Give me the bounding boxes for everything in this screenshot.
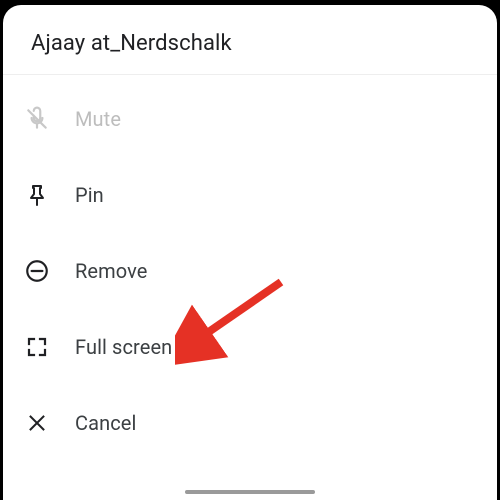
menu-item-pin[interactable]: Pin <box>3 157 497 233</box>
mic-off-icon <box>23 105 51 133</box>
action-sheet: Ajaay at_Nerdschalk Mute <box>3 5 497 500</box>
menu-list: Mute Pin Remove <box>3 75 497 461</box>
participant-name: Ajaay at_Nerdschalk <box>31 31 469 56</box>
menu-item-mute: Mute <box>3 81 497 157</box>
remove-icon <box>23 257 51 285</box>
menu-item-fullscreen[interactable]: Full screen <box>3 309 497 385</box>
menu-label-fullscreen: Full screen <box>75 335 172 359</box>
menu-item-cancel[interactable]: Cancel <box>3 385 497 461</box>
sheet-header: Ajaay at_Nerdschalk <box>3 5 497 75</box>
menu-label-cancel: Cancel <box>75 411 136 435</box>
menu-label-remove: Remove <box>75 259 148 283</box>
pin-icon <box>23 181 51 209</box>
menu-label-mute: Mute <box>75 107 121 131</box>
fullscreen-icon <box>23 333 51 361</box>
menu-label-pin: Pin <box>75 183 104 207</box>
close-icon <box>23 409 51 437</box>
home-indicator <box>185 490 315 494</box>
menu-item-remove[interactable]: Remove <box>3 233 497 309</box>
